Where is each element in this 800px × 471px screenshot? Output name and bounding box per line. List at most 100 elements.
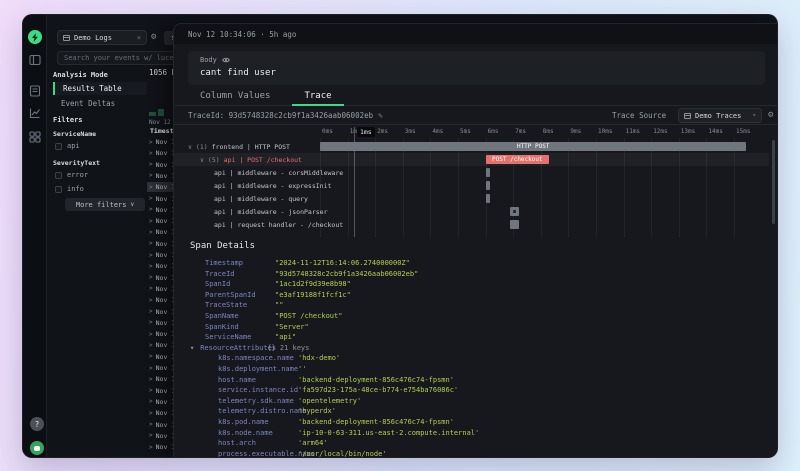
table-row[interactable]: >Nov 12 10:3 bbox=[147, 284, 175, 294]
table-row[interactable]: >Nov 12 10:3 bbox=[147, 318, 175, 328]
table-row[interactable]: >Nov 12 10:3 bbox=[147, 329, 175, 339]
span-name: api | POST /checkout bbox=[224, 156, 302, 164]
eye-icon[interactable] bbox=[222, 56, 230, 64]
trace-source-settings-gear-icon[interactable]: ⚙ bbox=[768, 111, 773, 120]
attribute-key: telemetry.distro.name bbox=[218, 407, 294, 417]
attribute-value: 'fa597d23-175a-48ce-b774-e754ba76086c' bbox=[298, 386, 458, 396]
span-duration-bar[interactable] bbox=[510, 220, 518, 229]
span-duration-bar[interactable] bbox=[486, 194, 490, 203]
span-row[interactable]: ∨(1)frontend | HTTP POSTHTTP POST bbox=[174, 140, 769, 153]
filter-option-info[interactable]: info bbox=[55, 185, 84, 193]
search-panels-icon[interactable] bbox=[29, 54, 41, 66]
span-row[interactable]: api | request handler - /checkout bbox=[174, 218, 769, 231]
waterfall-scrollbar[interactable] bbox=[772, 140, 775, 224]
table-row[interactable]: >Nov 12 10:3 bbox=[147, 397, 175, 407]
tab-trace[interactable]: Trace bbox=[292, 88, 343, 106]
chevron-down-icon[interactable]: ∨ bbox=[188, 143, 192, 151]
span-name: api | middleware - expressInit bbox=[214, 182, 331, 190]
clear-icon[interactable]: × bbox=[137, 34, 141, 42]
table-row[interactable]: >Nov 12 10:3 bbox=[147, 363, 175, 373]
chevron-expand-icon: > bbox=[149, 218, 153, 225]
chevron-expand-icon: > bbox=[149, 172, 153, 179]
table-row[interactable]: >Nov 12 10:3 bbox=[147, 239, 175, 249]
chat-button[interactable] bbox=[30, 441, 44, 455]
span-detail-row: ▾ResourceAttributes{} 21 keys bbox=[190, 344, 771, 354]
span-duration-bar[interactable] bbox=[486, 181, 490, 190]
checkbox[interactable] bbox=[55, 172, 62, 179]
chart-explorer-icon[interactable] bbox=[29, 107, 41, 119]
edit-pencil-icon[interactable]: ✎ bbox=[378, 111, 383, 120]
sidebar-rail: ? bbox=[23, 15, 47, 457]
span-duration-bar[interactable]: HTTP POST bbox=[320, 142, 746, 151]
table-row[interactable]: >Nov 12 10:3 bbox=[147, 431, 175, 441]
axis-tick-label: 4ms bbox=[432, 128, 443, 135]
span-detail-row: host.arch'arm64' bbox=[190, 439, 771, 449]
table-row[interactable]: >Nov 12 10:3 bbox=[147, 420, 175, 430]
attribute-key: k8s.node.name bbox=[218, 429, 294, 439]
more-filters-button[interactable]: More filters∨ bbox=[65, 198, 145, 211]
notebook-icon[interactable] bbox=[29, 85, 41, 97]
table-row[interactable]: >Nov 12 10:3 bbox=[147, 386, 175, 396]
event-body-value: cant find user bbox=[200, 68, 753, 78]
chevron-expand-icon: > bbox=[149, 331, 153, 338]
table-row[interactable]: >Nov 12 10:3 bbox=[147, 194, 175, 204]
table-row[interactable]: >Nov 12 10:3 bbox=[147, 171, 175, 181]
span-row[interactable]: api | middleware - corsMiddleware bbox=[174, 166, 769, 179]
filter-group-severitytext-label: SeverityText bbox=[53, 159, 100, 167]
table-row[interactable]: >Nov 12 10:3 bbox=[147, 250, 175, 260]
table-row[interactable]: >Nov 12 10:3 bbox=[147, 374, 175, 384]
app-logo-icon[interactable] bbox=[28, 30, 42, 44]
filter-option-error[interactable]: error bbox=[55, 171, 88, 179]
span-row[interactable]: ∨(5)api | POST /checkoutPOST /checkout bbox=[174, 153, 769, 166]
help-button[interactable]: ? bbox=[30, 417, 44, 431]
span-duration-bar[interactable] bbox=[486, 168, 490, 177]
table-row[interactable]: >Nov 12 10:3 bbox=[147, 352, 175, 362]
table-row[interactable]: >Nov 12 10:3 bbox=[147, 273, 175, 283]
attribute-key: host.name bbox=[218, 376, 294, 386]
source-select[interactable]: Demo Logs × bbox=[57, 30, 147, 45]
table-row[interactable]: >Nov 12 10:3 bbox=[147, 295, 175, 305]
expand-caret-icon[interactable]: ▾ bbox=[190, 344, 194, 354]
table-row[interactable]: >Nov 12 10:3 bbox=[147, 340, 175, 350]
mode-event-deltas[interactable]: Event Deltas bbox=[53, 97, 147, 110]
mode-results-table[interactable]: Results Table bbox=[53, 82, 147, 95]
chevron-expand-icon: > bbox=[149, 319, 153, 326]
table-row[interactable]: >Nov 12 10:3 bbox=[147, 137, 175, 147]
table-row[interactable]: >Nov 12 10:3 bbox=[147, 442, 175, 452]
histogram-bar bbox=[149, 112, 156, 116]
span-row[interactable]: api | middleware - expressInit bbox=[174, 179, 769, 192]
span-name: api | middleware - corsMiddleware bbox=[214, 169, 343, 177]
checkbox[interactable] bbox=[55, 143, 62, 150]
tab-column-values[interactable]: Column Values bbox=[188, 88, 282, 106]
attribute-value: "" bbox=[275, 301, 283, 311]
table-row[interactable]: >Nov 12 10:3 bbox=[147, 216, 175, 226]
attribute-key: ParentSpanId bbox=[205, 291, 271, 301]
table-row[interactable]: >Nov 12 10:3 bbox=[147, 408, 175, 418]
trace-source-select[interactable]: Demo Traces ▾ bbox=[678, 108, 762, 123]
span-duration-bar[interactable] bbox=[510, 207, 518, 216]
table-row[interactable]: >Nov 12 10:3 bbox=[147, 227, 175, 237]
span-row[interactable]: api | middleware - jsonParser bbox=[174, 205, 769, 218]
table-row[interactable]: >Nov 12 10:3 bbox=[147, 307, 175, 317]
table-row[interactable]: >Nov 12 10:3 bbox=[147, 261, 175, 271]
table-row[interactable]: >Nov 12 10:3 bbox=[147, 148, 175, 158]
attribute-value: "1ac1d2f9d39e8b98" bbox=[275, 280, 351, 290]
span-detail-row: k8s.pod.name'backend-deployment-856c476c… bbox=[190, 418, 771, 428]
chevron-expand-icon: > bbox=[149, 240, 153, 247]
table-row[interactable]: >Nov 12 10:3 bbox=[147, 160, 175, 170]
span-detail-row: SpanKind"Server" bbox=[190, 323, 771, 333]
table-row[interactable]: >Nov 12 10:3 bbox=[147, 205, 175, 215]
dashboards-grid-icon[interactable] bbox=[29, 131, 41, 143]
filter-option-api[interactable]: api bbox=[55, 142, 80, 150]
table-source-icon bbox=[63, 35, 70, 41]
axis-tick-label: 14ms bbox=[708, 128, 722, 135]
span-row[interactable]: api | middleware - query bbox=[174, 192, 769, 205]
span-duration-bar[interactable]: POST /checkout bbox=[486, 155, 549, 164]
chevron-expand-icon: > bbox=[149, 444, 153, 451]
chevron-down-icon[interactable]: ∨ bbox=[200, 156, 204, 164]
chevron-expand-icon: > bbox=[149, 195, 153, 202]
span-detail-row: k8s.node.name'ip-10-0-63-311.us-east-2.c… bbox=[190, 429, 771, 439]
chevron-expand-icon: > bbox=[149, 252, 153, 259]
table-row[interactable]: >Nov 12 10:3 bbox=[147, 182, 175, 192]
checkbox[interactable] bbox=[55, 186, 62, 193]
